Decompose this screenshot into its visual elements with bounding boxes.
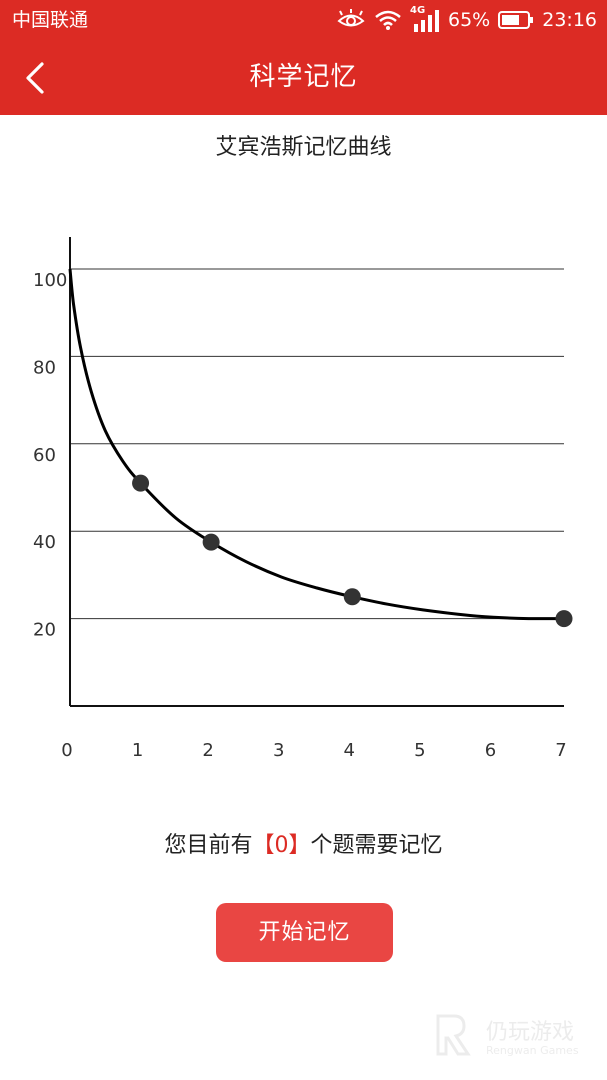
carrier-label: 中国联通 [12,9,89,31]
summary-text: 您目前有【0】个题需要记忆 [0,826,607,866]
x-tick-label: 1 [132,740,143,761]
x-tick-label: 7 [555,740,566,761]
summary-prefix: 您目前有 [164,833,253,858]
start-memorize-button[interactable]: 开始记忆 [216,903,393,962]
wifi-icon [375,10,401,30]
y-tick-label: 40 [33,532,56,553]
signal-icon: 4G [410,6,440,34]
curve-point [555,610,573,628]
watermark-logo-icon [436,1014,471,1056]
curve-point [132,474,150,492]
x-tick-label: 5 [414,740,425,761]
curve-point [202,533,220,551]
curve-point [343,588,361,606]
app-bar: 科学记忆 [0,40,607,115]
y-tick-label: 60 [33,445,56,466]
x-tick-label: 0 [61,740,72,761]
x-tick-label: 3 [273,740,284,761]
page-title: 科学记忆 [249,62,358,92]
eye-icon [337,9,365,27]
summary-bracket-close: 】 [288,833,311,858]
chart-title: 艾宾浩斯记忆曲线 [215,135,392,160]
x-tick-label: 6 [485,740,496,761]
watermark-text: 仍玩游戏 [486,1020,575,1045]
watermark-subtext: Rengwan Games [486,1044,579,1057]
x-tick-label: 4 [344,740,355,761]
clock: 23:16 [542,9,597,31]
watermark: 仍玩游戏 Rengwan Games [432,1010,592,1070]
summary-bracket-open: 【 [252,833,275,858]
y-tick-label: 80 [33,357,56,378]
summary-suffix: 个题需要记忆 [310,833,443,858]
x-tick-label: 2 [202,740,213,761]
battery-percent: 65% [448,9,491,31]
pending-count: 0 [274,833,289,858]
y-tick-label: 100 [33,270,67,291]
status-bar: 中国联通 4G 65% 23:16 [0,0,607,40]
battery-icon [498,11,534,29]
forgetting-curve-chart: 20 40 60 80 100 0 1 2 3 4 5 6 7 [33,237,573,761]
status-icons: 4G 65% 23:16 [336,6,597,34]
y-tick-label: 20 [33,620,56,641]
